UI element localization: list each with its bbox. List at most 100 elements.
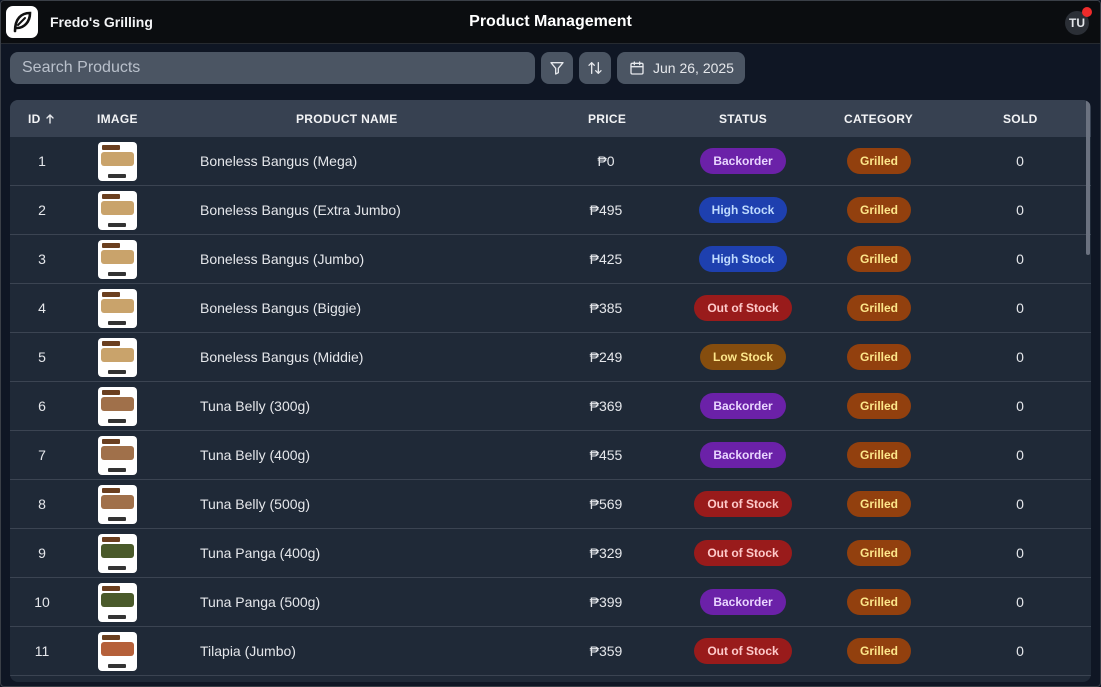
sort-button[interactable] (579, 52, 611, 84)
thumb-label-mark (101, 291, 120, 297)
column-header-category[interactable]: CATEGORY (844, 112, 913, 126)
cell-category: Grilled (820, 382, 938, 430)
cell-category: Grilled (820, 333, 938, 381)
column-header-sold[interactable]: SOLD (1003, 112, 1038, 126)
thumb-food-mark (100, 249, 134, 264)
product-thumbnail[interactable] (97, 631, 137, 671)
calendar-icon (630, 61, 644, 75)
status-badge: Out of Stock (694, 491, 792, 517)
column-header-image[interactable]: IMAGE (97, 112, 138, 126)
date-picker-button[interactable]: Jun 26, 2025 (617, 52, 745, 84)
cell-id: 7 (38, 447, 46, 463)
sort-arrows-icon (588, 62, 602, 74)
category-badge: Grilled (846, 491, 911, 517)
column-header-id[interactable]: ID (28, 112, 55, 126)
status-badge: Backorder (700, 393, 786, 419)
cell-product-name: Boneless Bangus (Mega) (200, 153, 358, 169)
thumb-caption-mark (107, 369, 126, 374)
column-header-name[interactable]: PRODUCT NAME (296, 112, 398, 126)
column-header-price[interactable]: PRICE (588, 112, 626, 126)
cell-price: ₱249 (589, 349, 623, 365)
cell-category: Grilled (820, 186, 938, 234)
cell-category: Grilled (820, 235, 938, 283)
product-thumbnail[interactable] (97, 288, 137, 328)
cell-product-name: Boneless Bangus (Jumbo) (200, 251, 365, 267)
cell-category: Grilled (820, 137, 938, 185)
table-row[interactable]: 4 Boneless Bangus (Biggie) ₱385 Out of S… (10, 284, 1091, 333)
cell-product-name: Boneless Bangus (Biggie) (200, 300, 362, 316)
product-thumbnail[interactable] (97, 533, 137, 573)
cell-price: ₱425 (589, 251, 623, 267)
product-thumbnail[interactable] (97, 141, 137, 181)
status-badge: Backorder (700, 442, 786, 468)
thumb-food-mark (100, 200, 134, 215)
cell-image (96, 382, 138, 430)
cell-image (96, 480, 138, 528)
page-title: Product Management (469, 13, 632, 30)
table-row[interactable]: 8 Tuna Belly (500g) ₱569 Out of Stock Gr… (10, 480, 1091, 529)
column-header-status[interactable]: STATUS (719, 112, 767, 126)
search-input[interactable] (10, 52, 535, 84)
cell-id: 2 (38, 202, 46, 218)
cell-sold: 0 (1016, 349, 1024, 365)
table-row[interactable]: 11 Tilapia (Jumbo) ₱359 Out of Stock Gri… (10, 627, 1091, 676)
product-thumbnail[interactable] (97, 484, 137, 524)
cell-product-name: Tuna Panga (500g) (200, 594, 321, 610)
status-badge: High Stock (698, 246, 788, 272)
category-badge: Grilled (846, 393, 911, 419)
cell-sold: 0 (1016, 300, 1024, 316)
cell-id: 8 (38, 496, 46, 512)
table-row[interactable]: 1 Boneless Bangus (Mega) ₱0 Backorder Gr… (10, 137, 1091, 186)
thumb-label-mark (101, 144, 120, 150)
cell-sold: 0 (1016, 202, 1024, 218)
table-row[interactable]: 6 Tuna Belly (300g) ₱369 Backorder Grill… (10, 382, 1091, 431)
table-row[interactable]: 5 Boneless Bangus (Middie) ₱249 Low Stoc… (10, 333, 1091, 382)
table-row[interactable]: 10 Tuna Panga (500g) ₱399 Backorder Gril… (10, 578, 1091, 627)
thumb-food-mark (100, 298, 134, 313)
app-window: Fredo's Grilling Product Management TU J… (0, 0, 1101, 687)
thumb-food-mark (100, 151, 134, 166)
thumb-caption-mark (107, 663, 126, 668)
table-row[interactable]: 7 Tuna Belly (400g) ₱455 Backorder Grill… (10, 431, 1091, 480)
status-badge: Out of Stock (694, 540, 792, 566)
cell-price: ₱369 (589, 398, 623, 414)
product-thumbnail[interactable] (97, 337, 137, 377)
cell-sold: 0 (1016, 153, 1024, 169)
thumb-label-mark (101, 487, 120, 493)
cell-sold: 0 (1016, 545, 1024, 561)
thumb-label-mark (101, 242, 120, 248)
status-badge: Out of Stock (694, 638, 792, 664)
cell-sold: 0 (1016, 398, 1024, 414)
cell-product-name: Tuna Belly (300g) (200, 398, 310, 414)
thumb-caption-mark (107, 418, 126, 423)
product-thumbnail[interactable] (97, 582, 137, 622)
thumb-caption-mark (107, 222, 126, 227)
table-row[interactable]: 9 Tuna Panga (400g) ₱329 Out of Stock Gr… (10, 529, 1091, 578)
table-row[interactable]: 2 Boneless Bangus (Extra Jumbo) ₱495 Hig… (10, 186, 1091, 235)
column-header-id-label: ID (28, 111, 41, 126)
product-thumbnail[interactable] (97, 386, 137, 426)
table-row[interactable]: 3 Boneless Bangus (Jumbo) ₱425 High Stoc… (10, 235, 1091, 284)
filter-button[interactable] (541, 52, 573, 84)
product-thumbnail[interactable] (97, 239, 137, 279)
cell-status: Backorder (676, 382, 810, 430)
cell-image (96, 235, 138, 283)
thumb-caption-mark (107, 467, 126, 472)
cell-status: Out of Stock (676, 480, 810, 528)
cell-image (96, 137, 138, 185)
category-badge: Grilled (846, 638, 911, 664)
thumb-label-mark (101, 340, 120, 346)
cell-price: ₱385 (589, 300, 623, 316)
cell-product-name: Boneless Bangus (Extra Jumbo) (200, 202, 401, 218)
product-thumbnail[interactable] (97, 190, 137, 230)
cell-status: Low Stock (676, 333, 810, 381)
cell-category: Grilled (820, 627, 938, 675)
table-scrollbar[interactable] (1086, 100, 1090, 255)
cell-id: 9 (38, 545, 46, 561)
cell-image (96, 578, 138, 626)
cell-id: 1 (38, 153, 46, 169)
cell-id: 5 (38, 349, 46, 365)
notification-dot-icon (1082, 7, 1092, 17)
category-badge: Grilled (846, 197, 911, 223)
product-thumbnail[interactable] (97, 435, 137, 475)
